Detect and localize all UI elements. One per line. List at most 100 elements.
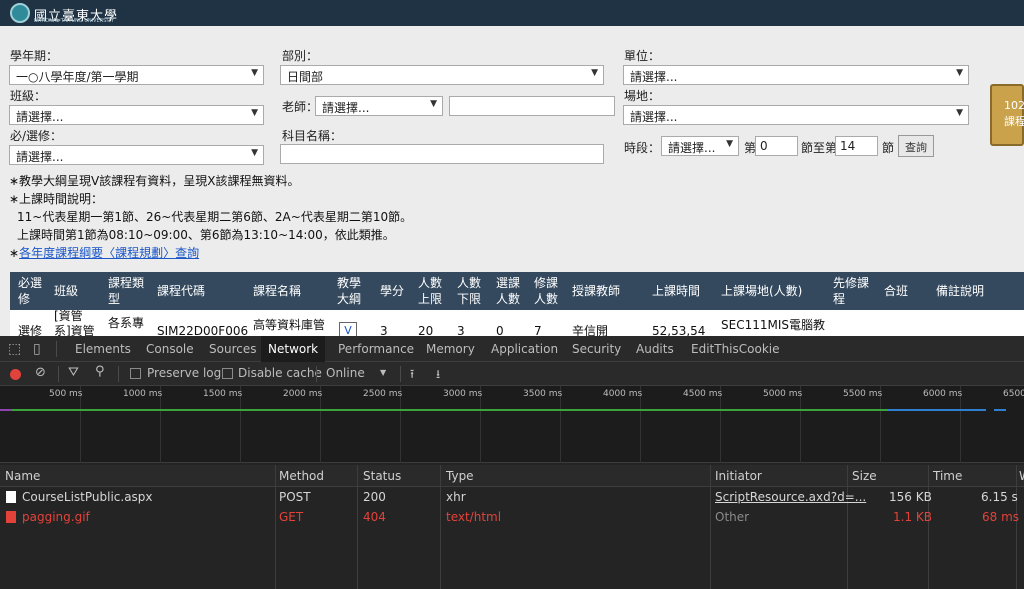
timeline-bar	[12, 409, 888, 411]
school-name-en: NATIONAL TAITUNG UNIVERSITY	[34, 18, 114, 24]
tick-label: 5500 ms	[843, 389, 883, 399]
chevron-down-icon[interactable]: ▼	[380, 368, 386, 377]
curriculum-query-link[interactable]: 查詢	[175, 246, 199, 260]
venue-select[interactable]: 請選擇... ▼	[623, 105, 969, 125]
teacher-name-input[interactable]	[449, 96, 615, 116]
request-row[interactable]: pagging.gif GET 404 text/html Other 1.1 …	[0, 507, 1024, 527]
syllabus-link[interactable]: V	[339, 322, 357, 336]
chevron-down-icon: ▼	[591, 68, 598, 78]
from-period-input[interactable]: 0	[755, 136, 798, 156]
network-timeline[interactable]: 500 ms 1000 ms 1500 ms 2000 ms 2500 ms 3…	[0, 386, 1024, 463]
tab-console[interactable]: Console	[139, 336, 201, 362]
tick-label: 3500 ms	[523, 389, 563, 399]
cell-max-students: 20	[418, 324, 434, 336]
tab-memory[interactable]: Memory	[419, 336, 482, 362]
record-icon[interactable]	[10, 369, 21, 380]
import-har-icon[interactable]: ⭱	[410, 365, 414, 386]
chevron-down-icon: ▼	[956, 108, 963, 118]
site-header: 國立臺東大學 NATIONAL TAITUNG UNIVERSITY	[0, 0, 1024, 26]
semester-select[interactable]: 一○八學年度/第一學期 ▼	[9, 65, 264, 85]
tab-editthiscookie[interactable]: EditThisCookie	[684, 336, 787, 362]
curriculum-link[interactable]: 各年度課程綱要〈課程規劃〉	[19, 246, 175, 260]
clear-icon[interactable]: ⊘	[35, 365, 46, 380]
request-method: POST	[279, 490, 311, 504]
export-har-icon[interactable]: ⭳	[436, 365, 440, 386]
required-select[interactable]: 請選擇... ▼	[9, 145, 264, 165]
semester-label: 學年期：	[10, 49, 59, 63]
period-select[interactable]: 請選擇... ▼	[661, 136, 739, 156]
col-credits: 學分	[380, 284, 405, 298]
col-initiator[interactable]: Initiator	[715, 469, 762, 483]
university-logo-icon[interactable]	[10, 3, 30, 23]
note-time-code: 11~代表星期一第1節、26~代表星期二第6節、2A~代表星期二第10節。	[17, 210, 413, 224]
network-toolbar: ⊘ ⛛ ⚲ Preserve log Disable cache Online …	[0, 362, 1024, 386]
division-label: 部別：	[282, 49, 319, 63]
col-course-code: 課程代碼	[157, 284, 206, 298]
tick-label: 5000 ms	[763, 389, 803, 399]
inspect-element-icon[interactable]: ⬚	[8, 341, 21, 357]
request-initiator[interactable]: ScriptResource.axd?d=...	[715, 490, 866, 504]
table-row: 選修 [資管 系]資管 各系專 SIM22D00F006 高等資料庫管 V 3 …	[10, 310, 1024, 336]
search-icon[interactable]: ⚲	[95, 364, 105, 379]
class-select-value: 請選擇...	[16, 110, 64, 124]
filter-icon[interactable]: ⛛	[68, 365, 79, 380]
request-name[interactable]: pagging.gif	[22, 510, 90, 524]
chevron-down-icon: ▼	[251, 148, 258, 158]
request-row[interactable]: CourseListPublic.aspx POST 200 xhr Scrip…	[0, 487, 1024, 507]
to-period-input[interactable]: 14	[835, 136, 878, 156]
request-size: 156 KB	[889, 490, 932, 504]
required-select-value: 請選擇...	[16, 150, 64, 164]
teacher-select[interactable]: 請選擇... ▼	[315, 96, 443, 116]
cell-course-name[interactable]: 高等資料庫管	[253, 318, 325, 333]
tick-label: 6000 ms	[923, 389, 963, 399]
period-label: 時段：	[624, 141, 661, 155]
col-name[interactable]: Name	[5, 469, 40, 483]
col-teacher: 授課教師	[572, 284, 621, 298]
class-select[interactable]: 請選擇... ▼	[9, 105, 264, 125]
col-status[interactable]: Status	[363, 469, 401, 483]
teacher-select-value: 請選擇...	[322, 101, 370, 115]
tab-elements[interactable]: Elements	[68, 336, 138, 362]
tab-network[interactable]: Network	[261, 336, 326, 362]
disable-cache-checkbox[interactable]	[222, 368, 233, 379]
col-time[interactable]: Time	[933, 469, 962, 483]
note-time-period: 上課時間第1節為08:10~09:00、第6節為13:10~14:00，依此類推…	[17, 228, 395, 242]
tab-sources[interactable]: Sources	[202, 336, 263, 362]
preserve-log-checkbox[interactable]	[130, 368, 141, 379]
col-enrolled: 修課 人數	[534, 276, 559, 306]
col-type[interactable]: Type	[446, 469, 474, 483]
cell-class: [資管 系]資管	[54, 310, 95, 336]
search-button[interactable]: 查詢	[898, 135, 934, 157]
tab-performance[interactable]: Performance	[331, 336, 421, 362]
request-type: xhr	[446, 490, 466, 504]
unit-select[interactable]: 請選擇... ▼	[623, 65, 969, 85]
division-select[interactable]: 日間部 ▼	[280, 65, 604, 85]
chevron-down-icon: ▼	[956, 68, 963, 78]
col-size[interactable]: Size	[852, 469, 877, 483]
note-syllabus: ∗教學大綱呈現V該課程有資料，呈現X該課程無資料。	[9, 174, 300, 188]
col-remarks: 備註說明	[936, 284, 985, 298]
throttle-select[interactable]: Online	[326, 366, 365, 380]
col-waterfall[interactable]: W	[1019, 469, 1024, 483]
device-toggle-icon[interactable]: ▯	[33, 341, 41, 357]
request-method: GET	[279, 510, 304, 524]
note-prefix: ∗	[9, 246, 20, 260]
period-unit-label: 節	[882, 141, 895, 155]
col-method[interactable]: Method	[279, 469, 324, 483]
cell-venue: SEC111MIS電腦教	[721, 318, 825, 332]
tab-application[interactable]: Application	[484, 336, 565, 362]
course-name-label: 科目名稱：	[282, 129, 343, 143]
tick-label: 6500	[1003, 389, 1024, 399]
col-combined-class: 合班	[884, 284, 909, 298]
request-status: 200	[363, 490, 386, 504]
timeline-bar	[0, 409, 12, 411]
course-name-input[interactable]	[280, 144, 604, 164]
tick-label: 4500 ms	[683, 389, 723, 399]
tab-audits[interactable]: Audits	[629, 336, 681, 362]
cell-min-students: 3	[457, 324, 465, 336]
disable-cache-label: Disable cache	[238, 366, 322, 380]
tab-security[interactable]: Security	[565, 336, 628, 362]
division-select-value: 日間部	[287, 70, 324, 84]
request-name[interactable]: CourseListPublic.aspx	[22, 490, 153, 504]
col-selected: 選課 人數	[496, 276, 521, 306]
